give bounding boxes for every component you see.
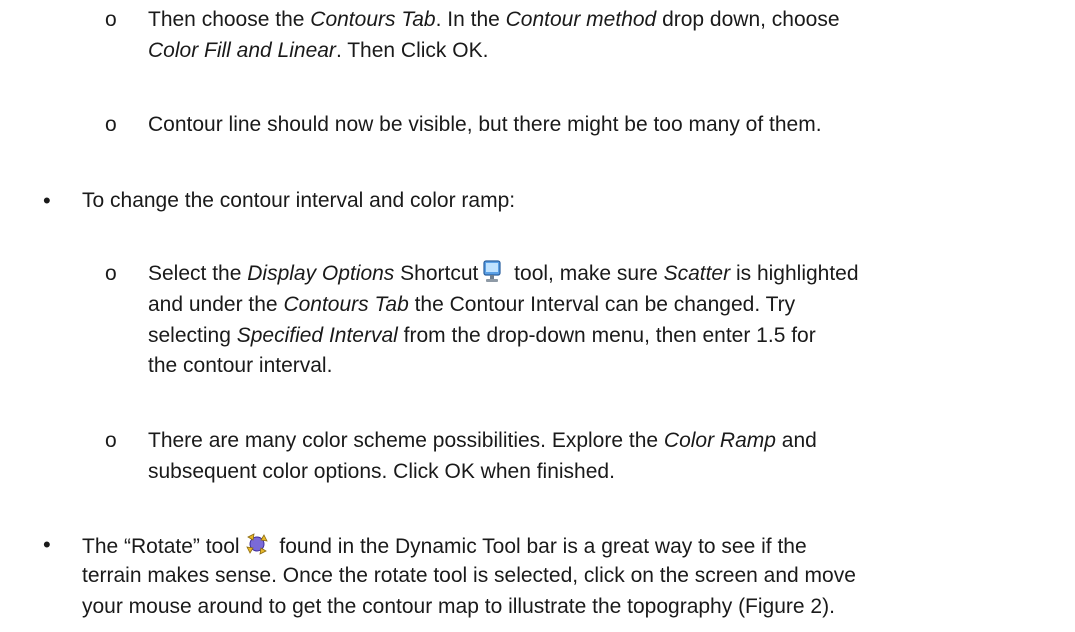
bullet-marker: •	[43, 532, 51, 557]
text: Contour line should now be visible, but …	[148, 113, 822, 136]
text: found in the Dynamic Tool bar is a great…	[273, 535, 807, 558]
paragraph-line: subsequent color options. Click OK when …	[148, 458, 615, 485]
italic-text: Scatter	[663, 262, 731, 285]
paragraph-line: the contour interval.	[148, 352, 332, 379]
text: Then choose the	[148, 8, 311, 31]
text: from the drop-down menu, then enter 1.5 …	[397, 324, 816, 347]
sub-bullet-marker: o	[105, 8, 117, 31]
text: Select the	[148, 262, 248, 285]
text: The “Rotate” tool	[82, 535, 240, 558]
paragraph-line: To change the contour interval and color…	[82, 187, 515, 214]
sub-bullet-marker: o	[105, 429, 117, 452]
italic-text: Contours Tab	[310, 8, 436, 31]
paragraph-line: There are many color scheme possibilitie…	[148, 427, 817, 454]
sub-bullet-marker: o	[105, 262, 117, 285]
italic-text: Color Fill and Linear	[148, 39, 336, 62]
text: your mouse around to get the contour map…	[82, 595, 835, 618]
paragraph-line: and under the Contours Tab the Contour I…	[148, 291, 795, 318]
paragraph-line: your mouse around to get the contour map…	[82, 593, 835, 620]
italic-text: Specified Interval	[236, 324, 398, 347]
italic-text: Display Options	[247, 262, 395, 285]
paragraph-line: terrain makes sense. Once the rotate too…	[82, 562, 856, 589]
paragraph-line: Then choose the Contours Tab. In the Con…	[148, 6, 840, 33]
text: To change the contour interval and color…	[82, 189, 516, 212]
text: . Then Click OK.	[335, 39, 489, 62]
paragraph-line: selecting Specified Interval from the dr…	[148, 322, 816, 349]
text: Shortcut	[394, 262, 479, 285]
text: drop down, choose	[656, 8, 840, 31]
text: terrain makes sense. Once the rotate too…	[82, 564, 856, 587]
text: subsequent color options. Click OK when …	[148, 460, 615, 483]
italic-text: Contour method	[505, 8, 657, 31]
text: . In the	[435, 8, 506, 31]
text: is highlighted	[730, 262, 859, 285]
display-options-icon	[482, 260, 504, 291]
rotate-tool-icon	[244, 531, 270, 564]
text: the contour interval.	[148, 354, 333, 377]
paragraph-line: Select the Display Options Shortcut tool…	[148, 260, 859, 291]
text: tool, make sure	[508, 262, 664, 285]
italic-text: Color Ramp	[663, 429, 776, 452]
text: selecting	[148, 324, 237, 347]
italic-text: Contours Tab	[283, 293, 409, 316]
sub-bullet-marker: o	[105, 113, 117, 136]
text: the Contour Interval can be changed. Try	[408, 293, 796, 316]
paragraph-line: The “Rotate” tool found in the Dynamic T…	[82, 531, 807, 564]
bullet-marker: •	[43, 188, 51, 213]
text: and	[775, 429, 817, 452]
text: There are many color scheme possibilitie…	[148, 429, 664, 452]
paragraph-line: Contour line should now be visible, but …	[148, 111, 822, 138]
text: and under the	[148, 293, 284, 316]
paragraph-line: Color Fill and Linear. Then Click OK.	[148, 37, 488, 64]
